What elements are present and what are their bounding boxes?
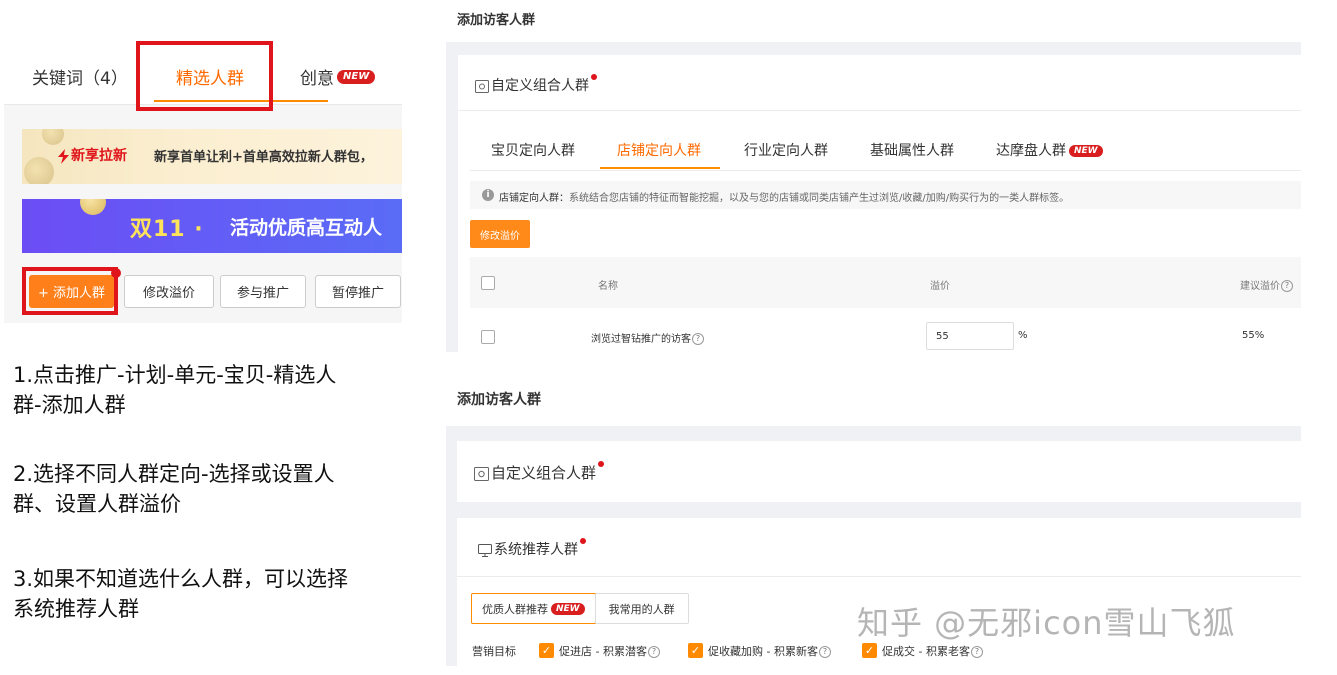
promo-tag-label: 新享拉新 (71, 148, 127, 164)
edit-premium-orange-button[interactable]: 修改溢价 (470, 220, 530, 248)
subtab-shop-targeting[interactable]: 店铺定向人群 (617, 140, 701, 160)
help-icon[interactable]: ? (818, 646, 831, 658)
card-title-label: 自定义组合人群 (491, 464, 597, 482)
lightning-icon (58, 148, 69, 164)
coin-icon (80, 199, 106, 215)
segment-quality-label: 优质人群推荐 (482, 602, 548, 616)
divider (470, 170, 1301, 171)
watermark: 知乎 @无邪icon雪山飞狐 (857, 604, 1236, 642)
promo-subtitle: 活动优质高互动人 (230, 217, 383, 239)
goal-option: 促收藏加购 - 积累新客? (708, 643, 831, 659)
left-screenshot-panel: 关键词（4） 精选人群 创意 NEW 新享拉新 新享首单让利+首单高效拉新人群包，… (4, 31, 402, 323)
section-heading: 添加访客人群 (457, 392, 541, 408)
system-recommend-card-title[interactable]: 系统推荐人群 (478, 538, 586, 559)
help-icon[interactable]: ? (1281, 280, 1293, 292)
custom-crowd-card-title[interactable]: 自定义组合人群 (475, 74, 597, 95)
required-dot (580, 538, 586, 544)
info-label: 店铺定向人群： (499, 193, 569, 204)
table-header (470, 257, 1301, 308)
custom-combo-icon (474, 466, 489, 481)
divider (458, 110, 1301, 111)
tab-creative[interactable]: 创意 NEW (300, 64, 376, 89)
goal-checkbox-checked[interactable]: ✓ (539, 643, 554, 658)
help-icon[interactable]: ? (647, 646, 660, 658)
promo-banner-new-customer[interactable]: 新享拉新 新享首单让利+首单高效拉新人群包， (22, 129, 402, 184)
subtab-industry-targeting[interactable]: 行业定向人群 (744, 140, 828, 160)
goal-checkbox-checked[interactable]: ✓ (688, 643, 703, 658)
column-header-name: 名称 (598, 281, 618, 292)
row-name-label: 浏览过智钻推广的访客 (591, 334, 691, 345)
premium-input[interactable]: 55 (926, 322, 1014, 350)
custom-combo-icon (475, 79, 489, 93)
goal-option-label: 促进店 - 积累潜客 (559, 645, 647, 658)
goal-option: 促成交 - 积累老客? (882, 643, 983, 659)
edit-premium-button[interactable]: 修改溢价 (124, 275, 214, 308)
promo-tag: 新享拉新 (58, 145, 127, 165)
new-badge: NEW (1069, 145, 1103, 157)
new-badge: NEW (551, 602, 585, 615)
tab-creative-label: 创意 (300, 69, 334, 89)
promo-title: 双11 · (130, 217, 204, 242)
goal-checkbox-checked[interactable]: ✓ (862, 643, 877, 658)
table-row-name: 浏览过智钻推广的访客? (591, 330, 704, 345)
goal-option-label: 促收藏加购 - 积累新客 (708, 645, 818, 658)
highlight-box-add-button (22, 267, 118, 315)
marketing-goal-label: 营销目标 (472, 645, 516, 658)
highlight-box-crowd-tab (136, 41, 273, 111)
goal-option-label: 促成交 - 积累老客 (882, 645, 970, 658)
active-subtab-underline (600, 167, 720, 169)
suggested-premium-value: 55% (1242, 330, 1265, 341)
card-title-label: 自定义组合人群 (491, 78, 589, 94)
section-heading: 添加访客人群 (457, 13, 536, 28)
join-promotion-button[interactable]: 参与推广 (220, 275, 306, 308)
subtab-dmp-label: 达摩盘人群 (996, 143, 1066, 159)
promo-text: 新享首单让利+首单高效拉新人群包， (154, 150, 373, 165)
help-icon[interactable]: ? (692, 333, 704, 345)
info-text: 店铺定向人群：系统结合您店铺的特征而智能挖掘，以及与您的店铺或同类店铺产生过浏览… (499, 189, 1069, 204)
red-dot-marker (111, 268, 121, 278)
segment-quality-crowd[interactable]: 优质人群推荐 NEW (471, 593, 596, 624)
card-title-label: 系统推荐人群 (494, 542, 578, 558)
divider (457, 576, 1301, 577)
coin-icon (24, 157, 54, 184)
new-badge: NEW (337, 70, 376, 84)
instruction-step-2: 2.选择不同人群定向-选择或设置人群、设置人群溢价 (13, 462, 335, 516)
premium-unit: % (1018, 330, 1028, 341)
select-all-checkbox[interactable] (481, 276, 495, 290)
tab-keywords[interactable]: 关键词（4） (32, 64, 128, 89)
instruction-step-1: 1.点击推广-计划-单元-宝贝-精选人群-添加人群 (13, 363, 337, 417)
segment-common-crowd[interactable]: 我常用的人群 (594, 594, 688, 623)
column-header-suggested: 建议溢价? (1240, 277, 1293, 292)
coin-icon (42, 129, 64, 145)
pause-promotion-button[interactable]: 暂停推广 (315, 275, 401, 308)
goal-option: 促进店 - 积累潜客? (559, 643, 660, 659)
subtab-item-targeting[interactable]: 宝贝定向人群 (491, 140, 575, 160)
column-header-suggested-label: 建议溢价 (1240, 281, 1280, 292)
subtab-basic-attributes[interactable]: 基础属性人群 (870, 140, 954, 160)
unit-tabs-bar: 关键词（4） 精选人群 创意 NEW (4, 31, 402, 111)
required-dot (598, 461, 605, 467)
recommend-segment-control: 优质人群推荐 NEW 我常用的人群 (471, 593, 689, 624)
promo-banner-double11[interactable]: 双11 · 活动优质高互动人 (22, 199, 402, 253)
custom-crowd-card-title[interactable]: 自定义组合人群 (474, 461, 605, 483)
column-header-premium: 溢价 (930, 281, 950, 292)
required-dot (591, 74, 597, 80)
monitor-icon (478, 543, 492, 557)
info-icon: i (482, 189, 494, 201)
instruction-step-3: 3.如果不知道选什么人群，可以选择系统推荐人群 (13, 567, 349, 621)
row-checkbox[interactable] (481, 330, 495, 344)
info-description: 系统结合您店铺的特征而智能挖掘，以及与您的店铺或同类店铺产生过浏览/收藏/加购/… (569, 193, 1070, 204)
help-icon[interactable]: ? (970, 646, 983, 658)
subtab-dmp[interactable]: 达摩盘人群 NEW (996, 140, 1103, 160)
